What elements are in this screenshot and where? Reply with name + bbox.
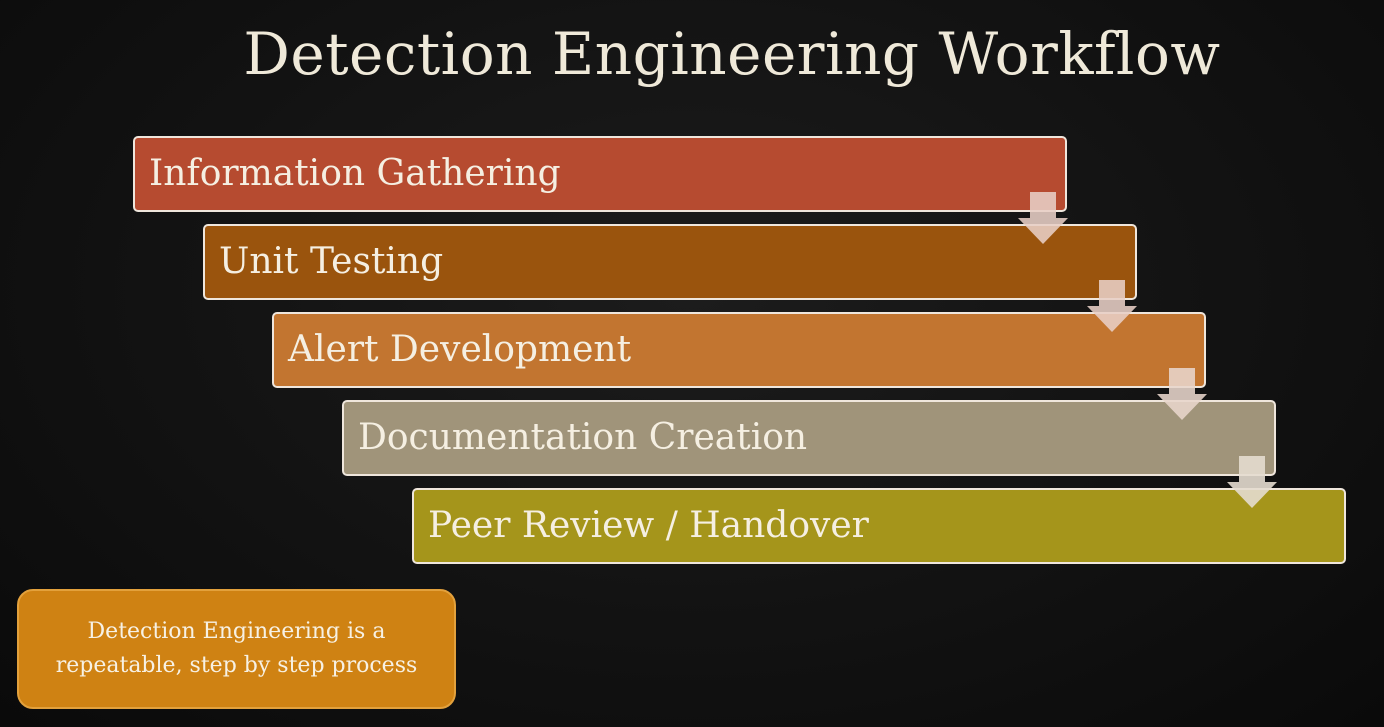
- note-text: Detection Engineering is a repeatable, s…: [55, 619, 418, 678]
- step-alert-development: Alert Development: [272, 312, 1206, 388]
- step-documentation-creation: Documentation Creation: [342, 400, 1276, 476]
- step-peer-review-handover: Peer Review / Handover: [412, 488, 1346, 564]
- down-arrow-icon: [1087, 280, 1137, 332]
- down-arrow-icon: [1018, 192, 1068, 244]
- slide-title: Detection Engineering Workflow: [243, 20, 1221, 88]
- down-arrow-icon: [1157, 368, 1207, 420]
- down-arrow-icon: [1227, 456, 1277, 508]
- note-box: Detection Engineering is a repeatable, s…: [17, 589, 456, 709]
- step-information-gathering: Information Gathering: [133, 136, 1067, 212]
- step-unit-testing: Unit Testing: [203, 224, 1137, 300]
